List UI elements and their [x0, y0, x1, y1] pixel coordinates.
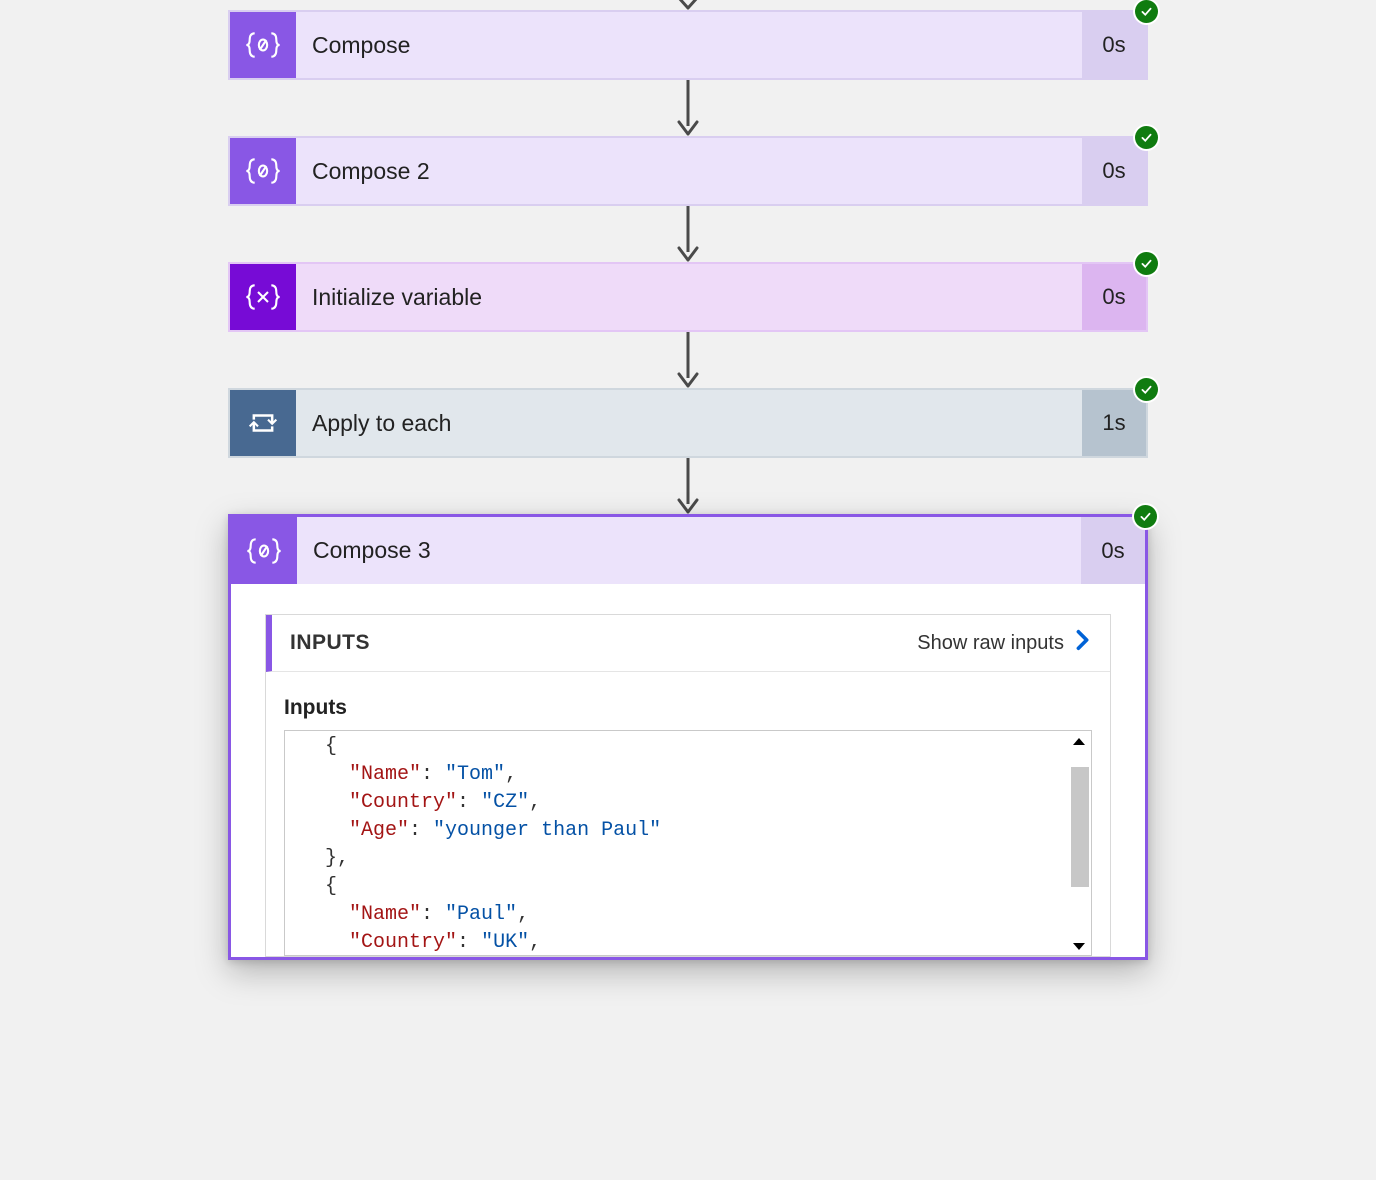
flow-arrow-icon [0, 80, 1376, 136]
compose-icon [230, 138, 296, 204]
json-content: { "Name": "Tom", "Country": "CZ", "Age":… [285, 731, 1091, 956]
step-duration: 0s [1082, 12, 1146, 78]
scroll-up-icon[interactable] [1071, 734, 1087, 746]
step-title: Compose [296, 12, 1082, 78]
scrollbar-thumb[interactable] [1071, 767, 1089, 887]
success-badge-icon [1134, 505, 1157, 528]
scroll-down-icon[interactable] [1071, 940, 1087, 952]
flow-step-compose[interactable]: Compose 0s [228, 10, 1148, 80]
flow-arrow-icon [0, 458, 1376, 514]
inputs-section: INPUTS Show raw inputs Inputs [265, 614, 1111, 957]
chevron-right-icon [1074, 629, 1092, 657]
success-badge-icon [1135, 126, 1158, 149]
step-duration: 0s [1082, 138, 1146, 204]
flow-step-apply-to-each[interactable]: Apply to each 1s [228, 388, 1148, 458]
flow-step-compose-3-expanded[interactable]: Compose 3 0s INPUTS Show raw inputs [228, 514, 1148, 960]
compose-icon [231, 517, 297, 584]
success-badge-icon [1135, 378, 1158, 401]
step-title: Initialize variable [296, 264, 1082, 330]
flow-step-initialize-variable[interactable]: Initialize variable 0s [228, 262, 1148, 332]
loop-icon [230, 390, 296, 456]
show-raw-inputs-button[interactable]: Show raw inputs [917, 629, 1092, 657]
show-raw-inputs-label: Show raw inputs [917, 632, 1064, 655]
step-title: Compose 2 [296, 138, 1082, 204]
compose-icon [230, 12, 296, 78]
step-duration: 1s [1082, 390, 1146, 456]
success-badge-icon [1135, 252, 1158, 275]
inputs-sublabel: Inputs [284, 696, 1092, 720]
step-duration: 0s [1081, 517, 1145, 584]
flow-step-compose-2[interactable]: Compose 2 0s [228, 136, 1148, 206]
flow-arrow-icon [0, 206, 1376, 262]
inputs-json-viewer[interactable]: { "Name": "Tom", "Country": "CZ", "Age":… [284, 730, 1092, 956]
flow-arrow-icon [0, 0, 1376, 10]
step-duration: 0s [1082, 264, 1146, 330]
inputs-header-label: INPUTS [290, 631, 370, 655]
step-title: Compose 3 [297, 517, 1081, 584]
step-title: Apply to each [296, 390, 1082, 456]
variable-icon [230, 264, 296, 330]
success-badge-icon [1135, 0, 1158, 23]
flow-arrow-icon [0, 332, 1376, 388]
